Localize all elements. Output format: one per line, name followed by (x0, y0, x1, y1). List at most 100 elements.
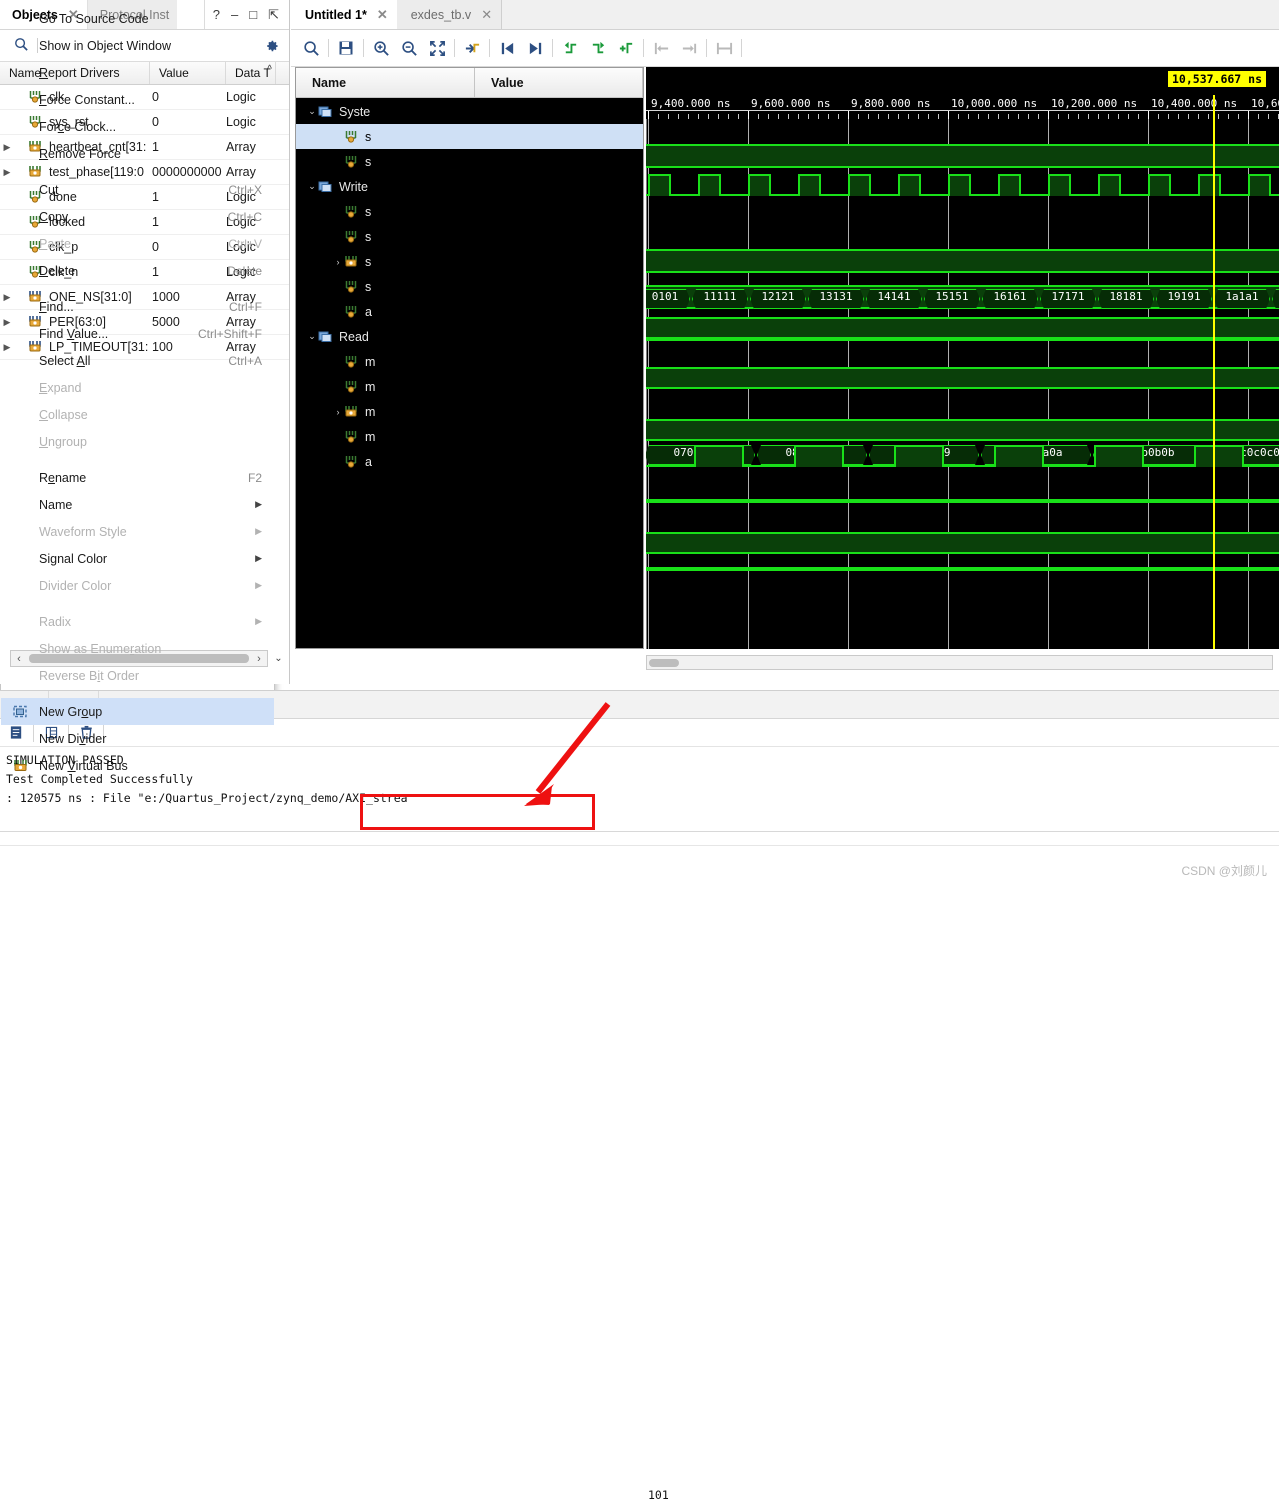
menu-item-show-in-object-window[interactable]: Show in Object Window (1, 32, 274, 59)
menu-item-find-value[interactable]: Find Value... Ctrl+Shift+F (1, 320, 274, 347)
waveform-bus-value: 17171 (1051, 290, 1085, 303)
tab-exdes-tb-v[interactable]: exdes_tb.v ✕ (396, 0, 502, 29)
time-minor-tick (698, 114, 699, 119)
time-minor-tick (1068, 114, 1069, 119)
menu-item-select-all[interactable]: Select All Ctrl+A (1, 347, 274, 374)
menu-item-remove-force[interactable]: Remove Force (1, 140, 274, 167)
time-minor-tick (798, 114, 799, 119)
time-tick-label: 10,400.000 ns (1151, 97, 1238, 110)
waveform-tree-item[interactable]: s (296, 199, 643, 224)
waveform-tree-label: a (365, 454, 372, 469)
time-minor-tick (718, 114, 719, 119)
tab-untitled-1[interactable]: Untitled 1* ✕ (291, 0, 397, 29)
menu-item-report-drivers[interactable]: Report Drivers (1, 59, 274, 86)
waveform-tree-item[interactable]: m (296, 349, 643, 374)
add-marker-icon[interactable] (612, 34, 640, 62)
waveform-tree-item[interactable]: s (296, 274, 643, 299)
waveform-canvas[interactable]: 9,400.000 ns 9,600.000 ns 9,800.000 ns 10,0… (646, 67, 1279, 649)
waveform-clock-pulse (694, 445, 744, 467)
waveform-tree-label: s (365, 129, 372, 144)
waveform-bus-value: 1a1a1 (1225, 290, 1259, 303)
chevron-down-icon[interactable]: ⌄ (306, 181, 318, 192)
logic-signal-icon (344, 455, 360, 469)
waveform-tree-item[interactable]: a (296, 449, 643, 474)
right-snap-icon[interactable] (675, 34, 703, 62)
waveform-tree-item[interactable]: s (296, 224, 643, 249)
waveform-tree-item[interactable]: m (296, 374, 643, 399)
time-minor-tick (1078, 114, 1079, 119)
array-signal-icon (344, 255, 360, 269)
chevron-down-icon[interactable]: ⌄ (306, 331, 318, 342)
zoom-in-icon[interactable] (367, 34, 395, 62)
waveform-clock-pulse (1098, 174, 1121, 196)
save-icon[interactable] (332, 34, 360, 62)
menu-item-cut[interactable]: Cut Ctrl+X (1, 176, 274, 203)
menu-item-label: Delete (39, 263, 76, 278)
time-minor-tick (768, 114, 769, 119)
time-minor-tick (928, 114, 929, 119)
chevron-right-icon[interactable]: › (332, 257, 344, 267)
console-divider (0, 831, 1279, 832)
menu-item-signal-color[interactable]: Signal Color ▶ (1, 545, 274, 572)
zoom-out-icon[interactable] (395, 34, 423, 62)
menu-item-label: Go To Source Code (39, 11, 149, 26)
menu-item-delete[interactable]: Delete Delete (1, 257, 274, 284)
waveform-tree-item[interactable]: › m (296, 399, 643, 424)
menu-item-label: Collapse (39, 407, 88, 422)
next-transition-icon[interactable] (521, 34, 549, 62)
time-tick-label: 10,000.000 ns (951, 97, 1038, 110)
waveform-clock-pulse (848, 174, 871, 196)
waveform-tree-item[interactable]: s (296, 124, 643, 149)
menu-item-shortcut: Ctrl+A (228, 353, 262, 368)
close-icon[interactable]: ✕ (481, 7, 492, 23)
waveform-tree-item[interactable]: m (296, 424, 643, 449)
waveform-tree-item[interactable]: s (296, 149, 643, 174)
scroll-thumb[interactable] (649, 659, 679, 667)
time-minor-tick (1238, 114, 1239, 119)
wave-col-name[interactable]: Name (296, 68, 475, 98)
waveform-bus-value: 0101 (651, 290, 679, 303)
menu-item-name[interactable]: Name ▶ (1, 491, 274, 518)
waveform-context-menu[interactable]: Go To Source Code Show in Object Window Re… (0, 0, 275, 783)
menu-item-rename[interactable]: Rename F2 (1, 464, 274, 491)
previous-marker-icon[interactable] (556, 34, 584, 62)
wave-col-value[interactable]: Value (474, 68, 643, 98)
previous-transition-icon[interactable] (493, 34, 521, 62)
waveform-tree-item[interactable]: ⌄ Syste (296, 99, 643, 124)
measure-icon[interactable] (710, 34, 738, 62)
menu-item-new-divider[interactable]: New Divider (1, 725, 274, 752)
time-minor-tick (1268, 114, 1269, 119)
menu-item-force-clock[interactable]: Force Clock... (1, 113, 274, 140)
time-cursor[interactable] (1213, 95, 1215, 649)
goto-time-icon[interactable] (458, 34, 486, 62)
menu-item-copy[interactable]: Copy Ctrl+C (1, 203, 274, 230)
waveform-tree-item[interactable]: ⌄ Read (296, 324, 643, 349)
menu-item-force-constant[interactable]: Force Constant... (1, 86, 274, 113)
waveform-tree-item[interactable]: ⌄ Write (296, 174, 643, 199)
next-marker-icon[interactable] (584, 34, 612, 62)
search-icon[interactable] (297, 34, 325, 62)
menu-item-go-to-source-code[interactable]: Go To Source Code (1, 5, 274, 32)
chevron-down-icon[interactable]: ⌄ (306, 106, 318, 117)
zoom-fit-icon[interactable] (423, 34, 451, 62)
menu-item-new-group[interactable]: New Group (1, 698, 274, 725)
waveform-horizontal-scrollbar[interactable] (646, 655, 1273, 670)
waveform-clock-pulse (794, 445, 844, 467)
new-group-icon (1, 705, 39, 719)
time-minor-tick (1128, 114, 1129, 119)
waveform-tree-item[interactable]: › s (296, 249, 643, 274)
waveform-clock-pulse (894, 445, 944, 467)
chevron-right-icon[interactable]: › (332, 407, 344, 417)
waveform-clock-pulse (698, 174, 721, 196)
menu-item-new-virtual-bus[interactable]: New Virtual Bus (1, 752, 274, 779)
left-snap-icon[interactable] (647, 34, 675, 62)
waveform-high-level (646, 249, 1279, 273)
waveform-clock-pulse (1198, 174, 1221, 196)
time-minor-tick (1118, 114, 1119, 119)
close-icon[interactable]: ✕ (377, 7, 388, 23)
menu-item-label: Find... (39, 299, 74, 314)
menu-item-label: New Group (39, 704, 103, 719)
time-minor-tick (878, 114, 879, 119)
menu-item-find[interactable]: Find... Ctrl+F (1, 293, 274, 320)
waveform-tree-item[interactable]: a (296, 299, 643, 324)
